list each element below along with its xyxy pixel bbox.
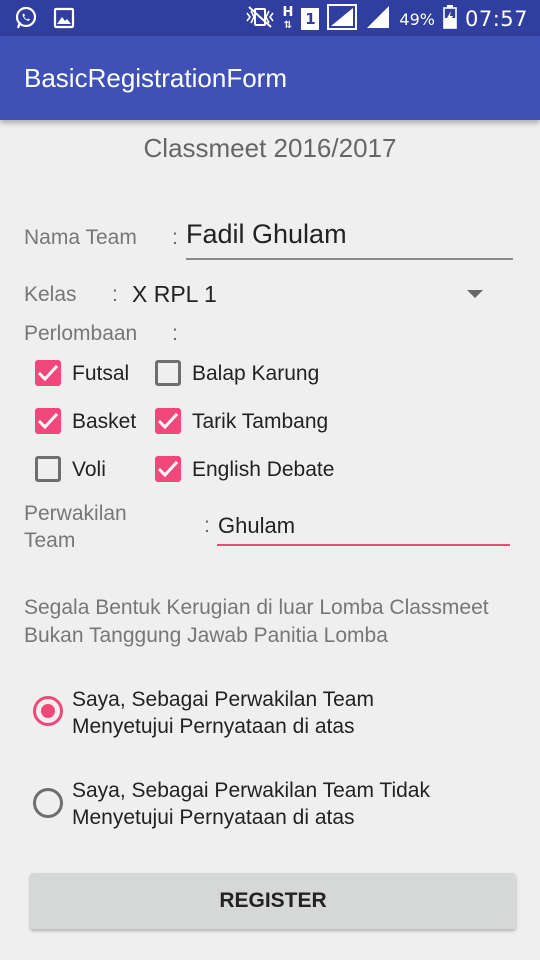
representative-label-line1: Perwakilan [24, 502, 127, 525]
disclaimer-line2: Bukan Tanggung Jawab Panitia Lomba [24, 624, 388, 647]
agree-radio-label[interactable]: Saya, Sebagai Perwakilan Team Menyetujui… [72, 686, 512, 740]
disagree-line1: Saya, Sebagai Perwakilan Team Tidak [72, 779, 430, 802]
futsal-checkbox[interactable] [35, 360, 61, 386]
tarik-tambang-label: Tarik Tambang [192, 410, 329, 433]
competition-colon: : [172, 322, 178, 345]
agree-line1: Saya, Sebagai Perwakilan Team [72, 688, 374, 711]
disagree-line2: Menyetujui Pernyataan di atas [72, 806, 355, 829]
futsal-label: Futsal [72, 362, 130, 385]
team-name-label: Nama Team [24, 226, 137, 249]
representative-underline [217, 544, 510, 546]
dropdown-arrow-icon[interactable] [467, 290, 483, 298]
team-name-underline [186, 258, 513, 260]
app-bar: BasicRegistrationForm [0, 36, 540, 120]
agree-line2: Menyetujui Pernyataan di atas [72, 715, 355, 738]
voli-label: Voli [72, 458, 106, 481]
battery-percentage: 49% [399, 9, 435, 29]
representative-label: Perwakilan Team [24, 500, 127, 554]
representative-colon: : [204, 514, 210, 537]
english-debate-checkbox[interactable] [155, 456, 181, 482]
english-debate-label: English Debate [192, 458, 335, 481]
tarik-tambang-checkbox[interactable] [155, 408, 181, 434]
register-button[interactable]: REGISTER [30, 873, 516, 929]
voli-checkbox[interactable] [35, 456, 61, 482]
class-spinner[interactable]: X RPL 1 [132, 281, 217, 308]
team-name-input[interactable]: Fadil Ghulam [186, 219, 347, 250]
battery-icon [443, 5, 457, 33]
agree-radio[interactable] [33, 696, 63, 726]
disagree-radio[interactable] [33, 788, 63, 818]
sim-slot-icon: 1 [301, 8, 320, 30]
status-bar: H ⇅ 1 49% 07:57 [0, 0, 540, 36]
representative-input[interactable]: Ghulam [218, 513, 295, 539]
class-label: Kelas [24, 283, 77, 306]
disagree-radio-label[interactable]: Saya, Sebagai Perwakilan Team Tidak Meny… [72, 777, 512, 831]
balap-karung-checkbox[interactable] [155, 360, 181, 386]
form-heading: Classmeet 2016/2017 [143, 133, 397, 163]
disclaimer-text: Segala Bentuk Kerugian di luar Lomba Cla… [24, 594, 540, 650]
gallery-icon [52, 6, 76, 34]
representative-label-line2: Team [24, 529, 76, 552]
class-colon: : [112, 283, 118, 306]
competition-label: Perlombaan [24, 322, 138, 345]
clock: 07:57 [464, 7, 528, 31]
balap-karung-label: Balap Karung [192, 362, 320, 385]
vibrate-icon [245, 5, 275, 33]
disclaimer-line1: Segala Bentuk Kerugian di luar Lomba Cla… [24, 596, 489, 619]
team-name-colon: : [172, 226, 178, 249]
app-title: BasicRegistrationForm [24, 63, 287, 93]
signal-icon-2 [365, 4, 391, 34]
basket-label: Basket [72, 410, 137, 433]
basket-checkbox[interactable] [35, 408, 61, 434]
network-type-icon: H ⇅ [282, 4, 294, 31]
signal-icon [327, 4, 358, 34]
whatsapp-icon [14, 6, 38, 34]
